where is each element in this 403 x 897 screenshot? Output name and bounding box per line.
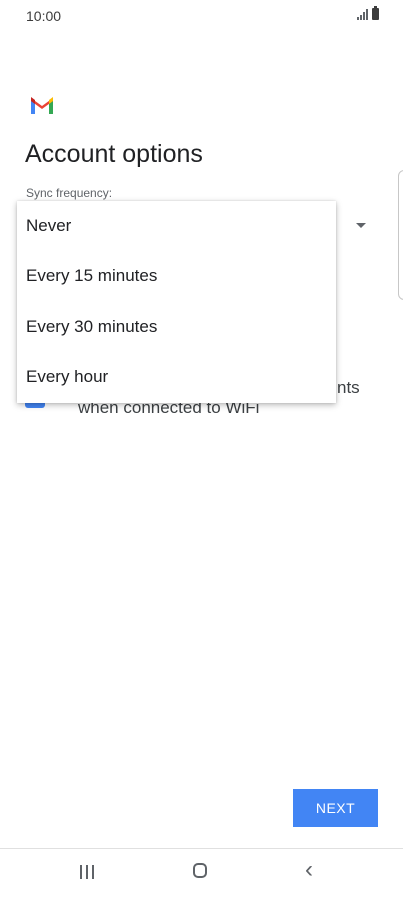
side-card-edge — [398, 170, 403, 300]
next-button[interactable]: NEXT — [293, 789, 378, 827]
option-every-hour[interactable]: Every hour — [17, 352, 336, 402]
gmail-logo — [31, 97, 53, 114]
checkbox-label-fragment: nts — [337, 378, 360, 397]
home-icon[interactable] — [193, 863, 207, 878]
dropdown-arrow-icon[interactable] — [356, 223, 366, 228]
option-every-30-minutes[interactable]: Every 30 minutes — [17, 302, 336, 352]
option-never[interactable]: Never — [17, 201, 336, 251]
back-icon[interactable]: ‹ — [305, 858, 313, 882]
signal-icon — [357, 8, 368, 20]
sync-frequency-label: Sync frequency: — [26, 186, 113, 200]
sync-frequency-menu: Never Every 15 minutes Every 30 minutes … — [17, 201, 336, 403]
page-title: Account options — [25, 140, 203, 168]
status-time: 10:00 — [26, 8, 62, 24]
option-every-15-minutes[interactable]: Every 15 minutes — [17, 251, 336, 301]
battery-icon — [372, 6, 379, 20]
status-icons — [357, 6, 379, 20]
recents-icon[interactable] — [80, 865, 94, 879]
status-bar: 10:00 — [0, 0, 403, 34]
navigation-bar: ‹ — [0, 848, 403, 897]
